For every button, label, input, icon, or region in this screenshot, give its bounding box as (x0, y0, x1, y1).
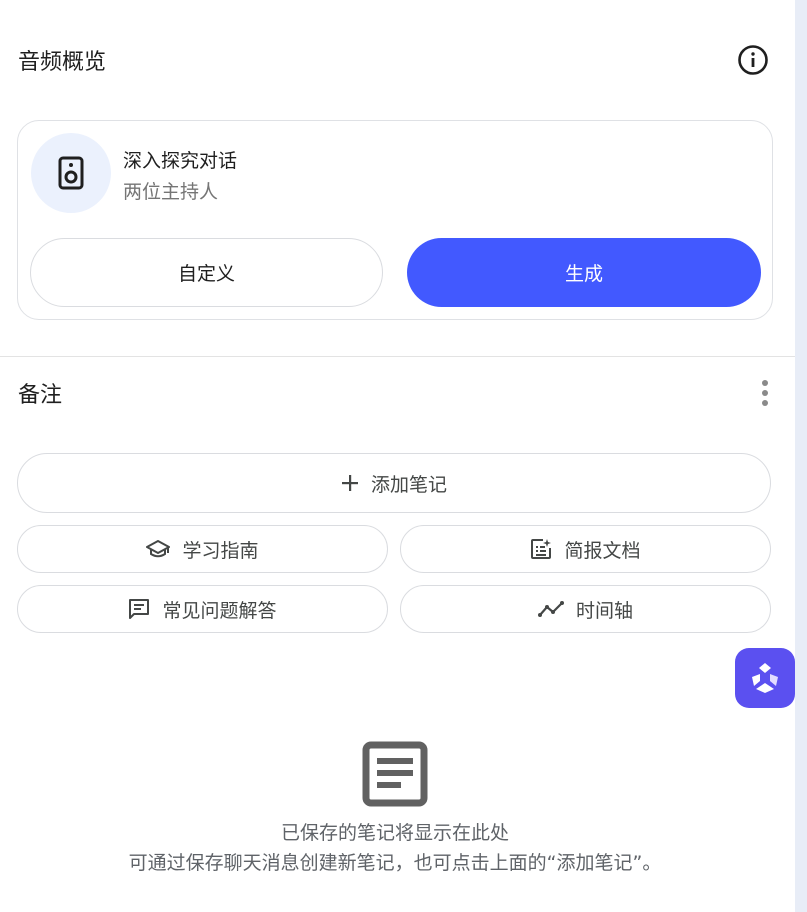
timeline-label: 时间轴 (575, 599, 633, 622)
study-guide-button[interactable]: 学习指南 (17, 525, 388, 573)
notes-header: 备注 (0, 373, 795, 413)
scrollbar-track[interactable] (795, 0, 807, 912)
notes-title: 备注 (18, 383, 63, 408)
timeline-icon (537, 601, 564, 617)
faq-button[interactable]: 常见问题解答 (17, 585, 388, 633)
info-button[interactable] (737, 44, 769, 76)
add-note-button[interactable]: 添加笔记 (17, 453, 771, 513)
timeline-button[interactable]: 时间轴 (400, 585, 771, 633)
briefing-doc-icon (531, 539, 552, 559)
school-icon (146, 540, 171, 558)
info-icon (738, 45, 768, 75)
study-guide-label: 学习指南 (182, 539, 259, 562)
empty-state-hint: 可通过保存聊天消息创建新笔记，也可点击上面的“添加笔记”。 (128, 852, 662, 874)
audio-format-title: 深入探究对话 (123, 150, 238, 172)
audio-overview-card: 深入探究对话 两位主持人 自定义 生成 (17, 120, 773, 320)
generate-button[interactable]: 生成 (407, 238, 761, 307)
speaker-icon (58, 156, 84, 190)
faq-label: 常见问题解答 (162, 599, 277, 622)
assistant-fab-button[interactable] (735, 648, 795, 708)
assistant-logo-icon (752, 663, 778, 693)
audio-overview-title: 音频概览 (18, 50, 107, 75)
faq-icon (129, 599, 150, 619)
audio-format-subtitle: 两位主持人 (123, 181, 219, 203)
briefing-doc-button[interactable]: 简报文档 (400, 525, 771, 573)
section-divider (0, 356, 795, 357)
plus-icon (341, 475, 358, 491)
add-note-label: 添加笔记 (370, 473, 447, 496)
more-vert-icon (762, 380, 768, 406)
audio-overview-header: 音频概览 (0, 40, 795, 80)
note-icon (362, 741, 428, 807)
speaker-avatar (31, 133, 111, 213)
notes-more-button[interactable] (752, 378, 778, 408)
briefing-doc-label: 简报文档 (564, 539, 641, 562)
customize-button[interactable]: 自定义 (30, 238, 383, 307)
empty-state-title: 已保存的笔记将显示在此处 (280, 822, 509, 844)
